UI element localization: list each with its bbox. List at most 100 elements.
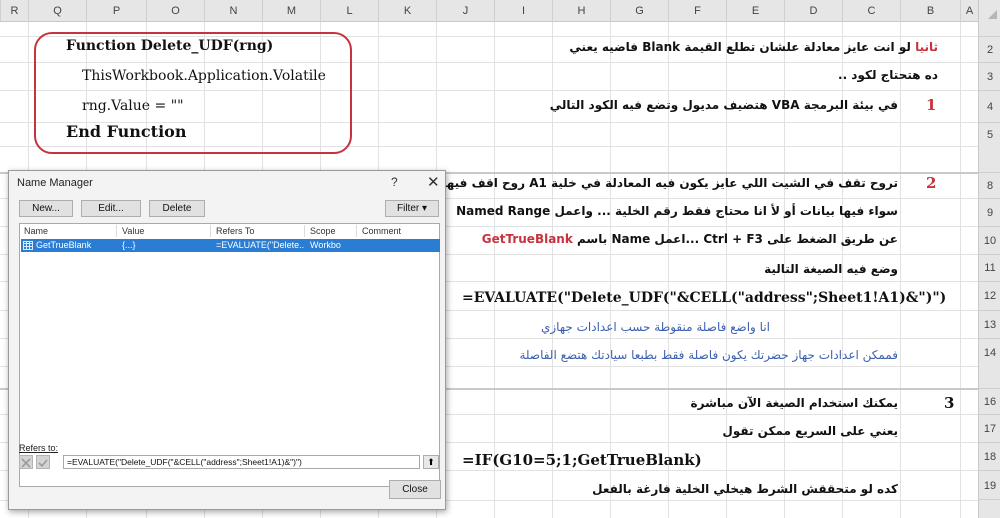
row10-part-a: عن طريق الضغط على	[767, 232, 898, 246]
row10-part-e: باسم	[577, 232, 608, 246]
name-manager-dialog[interactable]: Name Manager ? ✕ New... Edit... Delete F…	[8, 170, 446, 510]
row-header-3[interactable]: 3	[979, 62, 1000, 90]
column-header-g[interactable]: G	[610, 0, 668, 22]
column-header-r[interactable]: R	[0, 0, 28, 22]
row-header-5[interactable]: 5	[979, 122, 1000, 146]
row-header-8[interactable]: 8	[979, 172, 1000, 198]
new-button[interactable]: New...	[19, 200, 73, 217]
code-line-value: rng.Value = ""	[82, 98, 184, 114]
delete-button[interactable]: Delete	[149, 200, 205, 217]
row-header-18[interactable]: 18	[979, 442, 1000, 470]
list-header-name[interactable]: Name	[24, 226, 48, 236]
row10-name-red: GetTrueBlank	[481, 232, 573, 246]
column-header-e[interactable]: E	[726, 0, 784, 22]
column-header-l[interactable]: L	[320, 0, 378, 22]
row-header-13[interactable]: 13	[979, 310, 1000, 338]
row10-part-c: ...اعمل	[654, 232, 700, 246]
refers-to-label: Refers to:	[19, 443, 59, 453]
column-header-a[interactable]: A	[960, 0, 978, 22]
row-scope: Workbo	[310, 240, 341, 250]
row2-part-b: Blank	[642, 40, 681, 54]
list-header-value[interactable]: Value	[122, 226, 144, 236]
row2-part-a: لو انت عايز معادلة علشان تطلع القيمة	[684, 40, 911, 54]
list-header-scope[interactable]: Scope	[310, 226, 336, 236]
dialog-title: Name Manager	[17, 177, 93, 189]
row10-text: عن طريق الضغط على Ctrl + F3 ...اعمل Name…	[482, 232, 898, 246]
row19-text: كده لو متحققش الشرط هيخلي الخلية فارغة ب…	[592, 482, 898, 496]
row17-text: يعني على السريع ممكن تقول	[722, 424, 898, 438]
row2-text: ثانيا لو انت عايز معادلة علشان تطلع القي…	[569, 40, 938, 54]
column-header-c[interactable]: C	[842, 0, 900, 22]
row-header-4[interactable]: 4	[979, 90, 1000, 122]
code-line-end: End Function	[66, 122, 187, 141]
list-header-separator	[210, 225, 211, 237]
row9-text: سواء فيها بيانات أو لأ انا محتاج فقط رقم…	[456, 204, 898, 218]
row-header-19[interactable]: 19	[979, 470, 1000, 500]
row-header-9[interactable]: 9	[979, 198, 1000, 226]
row-header-14[interactable]: 14	[979, 338, 1000, 366]
row-header-17[interactable]: 17	[979, 414, 1000, 442]
row11-text: وضع فيه الصيغة التالية	[764, 262, 898, 276]
row-header-16[interactable]: 16	[979, 388, 1000, 414]
help-button[interactable]: ?	[391, 175, 398, 189]
column-header-p[interactable]: P	[86, 0, 146, 22]
list-header-refers-to[interactable]: Refers To	[216, 226, 254, 236]
gridline	[668, 22, 669, 518]
list-header-separator	[116, 225, 117, 237]
named-range-icon	[23, 241, 33, 250]
row8-text: تروح تقف في الشيت اللي عايز يكون فيه الم…	[442, 176, 898, 190]
gridline	[960, 22, 961, 518]
row2-part-c: فاضيه يعني	[569, 40, 639, 54]
row8-part-c: روح اقف فيها	[442, 176, 526, 190]
step-number-2: 2	[926, 174, 937, 192]
select-all-corner[interactable]	[978, 0, 1000, 22]
close-icon[interactable]: ✕	[427, 173, 440, 191]
gridline	[494, 22, 495, 518]
column-header-k[interactable]: K	[378, 0, 436, 22]
row-header-11[interactable]: 11	[979, 254, 1000, 281]
row12-formula: =EVALUATE("Delete_UDF("&CELL("address";S…	[462, 290, 947, 306]
collapse-dialog-button[interactable]: ⬆	[423, 455, 439, 469]
row14-note: فممكن اعدادات جهاز حضرتك يكون فاصلة فقط …	[519, 348, 898, 362]
select-all-triangle-icon	[988, 10, 997, 19]
refers-to-input[interactable]: =EVALUATE("Delete_UDF("&CELL("address";S…	[63, 455, 420, 469]
column-header-f[interactable]: F	[668, 0, 726, 22]
confirm-edit-icon[interactable]	[36, 455, 50, 469]
code-line-function: Function Delete_UDF(rng)	[66, 38, 274, 54]
row2-red-word: ثانيا	[915, 40, 938, 54]
row-header-10[interactable]: 10	[979, 226, 1000, 254]
column-header-b[interactable]: B	[900, 0, 960, 22]
list-header-separator	[304, 225, 305, 237]
gridline	[726, 22, 727, 518]
cancel-edit-icon[interactable]	[19, 455, 33, 469]
step-number-3: 3	[944, 394, 955, 412]
code-line-volatile: ThisWorkbook.Application.Volatile	[82, 68, 326, 84]
row9-part-a: سواء فيها بيانات أو لأ انا محتاج فقط رقم…	[554, 204, 898, 218]
close-button[interactable]: Close	[389, 480, 441, 499]
list-row-selected[interactable]: GetTrueBlank {...} =EVALUATE("Delete... …	[21, 239, 440, 252]
row18-formula: =IF(G10=5;1;GetTrueBlank)	[462, 451, 702, 469]
row9-part-b: Named Range	[456, 204, 551, 218]
column-header-n[interactable]: N	[204, 0, 262, 22]
row-header-12[interactable]: 12	[979, 281, 1000, 310]
list-header-comment[interactable]: Comment	[362, 226, 401, 236]
row-name: GetTrueBlank	[36, 240, 92, 250]
names-list[interactable]: Name Value Refers To Scope Comment GetTr…	[19, 223, 440, 487]
row4-part-b: VBA	[771, 98, 800, 112]
edit-button[interactable]: Edit...	[81, 200, 141, 217]
row-header-2[interactable]: 2	[979, 36, 1000, 62]
gridline	[610, 22, 611, 518]
column-header-q[interactable]: Q	[28, 0, 86, 22]
column-header-m[interactable]: M	[262, 0, 320, 22]
gridline	[552, 22, 553, 518]
row4-part-a: في بيئة البرمجة	[803, 98, 898, 112]
row4-part-c: هتضيف مديول وتضع فيه الكود التالي	[549, 98, 768, 112]
column-header-o[interactable]: O	[146, 0, 204, 22]
filter-button[interactable]: Filter ▾	[385, 200, 439, 217]
column-header-i[interactable]: I	[494, 0, 552, 22]
step-number-1: 1	[926, 96, 937, 114]
column-header-d[interactable]: D	[784, 0, 842, 22]
column-header-h[interactable]: H	[552, 0, 610, 22]
row-refers-to: =EVALUATE("Delete...	[216, 240, 304, 250]
column-header-j[interactable]: J	[436, 0, 494, 22]
